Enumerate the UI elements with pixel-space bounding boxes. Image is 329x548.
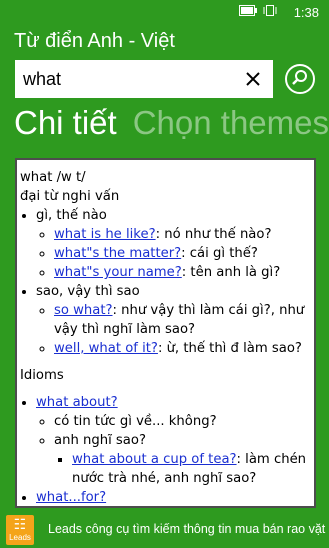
pivot-header: Chi tiết Chọn themes	[14, 104, 329, 142]
idiom-meaning: có tin tức gì về... không?	[54, 412, 310, 431]
search-button[interactable]	[285, 64, 315, 94]
example-item: what"s your name?: tên anh là gì?	[54, 263, 310, 282]
example-translation: : tên anh là gì?	[181, 265, 281, 280]
sense-meaning: gì, thế nào	[36, 208, 107, 223]
example-translation: : cái gì thế?	[181, 246, 258, 261]
idiom-meaning-item: anh nghĩ sao? what about a cup of tea?: …	[54, 431, 310, 488]
clock: 1:38	[293, 5, 319, 20]
example-link[interactable]: what"s the matter?	[54, 246, 181, 261]
sense-item: sao, vậy thì sao so what?: như vậy thì l…	[36, 282, 310, 358]
example-item: what about a cup of tea?: làm chén nước …	[72, 450, 310, 488]
ad-text: Leads công cụ tìm kiếm thông tin mua bán…	[48, 522, 326, 536]
ad-logo-text: Leads	[9, 533, 31, 542]
idiom-item: what...for?	[36, 488, 310, 506]
status-bar: 1:38	[0, 0, 329, 24]
tab-themes[interactable]: Chọn themes	[133, 104, 329, 141]
app-title: Từ điển Anh - Việt	[14, 30, 175, 52]
idiom-link[interactable]: what...for?	[36, 490, 106, 505]
search-icon	[292, 70, 307, 85]
example-link[interactable]: what"s your name?	[54, 265, 182, 280]
tab-details[interactable]: Chi tiết	[14, 104, 117, 141]
status-icons	[239, 5, 277, 16]
search-input[interactable]	[23, 68, 233, 90]
vibrate-icon	[263, 5, 277, 16]
example-link[interactable]: what is he like?	[54, 227, 156, 242]
headword: what /w t/	[20, 170, 86, 185]
sense-item: gì, thế nào what is he like?: nó như thế…	[36, 206, 310, 282]
example-item: so what?: như vậy thì làm cái gì?, như v…	[54, 301, 310, 339]
example-link[interactable]: well, what of it?	[54, 341, 158, 356]
example-item: well, what of it?: ừ, thế thì đ làm sao?	[54, 339, 310, 358]
idiom-meaning: anh nghĩ sao?	[54, 433, 146, 448]
ad-logo: ☷ Leads	[6, 515, 34, 545]
example-link[interactable]: what about a cup of tea?	[72, 452, 237, 467]
sense-meaning: sao, vậy thì sao	[36, 284, 140, 299]
close-icon[interactable]	[245, 71, 261, 87]
example-link[interactable]: so what?	[54, 303, 113, 318]
idiom-link[interactable]: what about?	[36, 395, 118, 410]
leads-logo-icon: ☷	[13, 516, 27, 532]
example-translation: : nó như thế nào?	[155, 227, 272, 242]
example-item: what is he like?: nó như thế nào?	[54, 225, 310, 244]
example-translation: : ừ, thế thì đ làm sao?	[157, 341, 302, 356]
part-of-speech: đại từ nghi vấn	[20, 189, 120, 204]
example-item: what"s the matter?: cái gì thế?	[54, 244, 310, 263]
idioms-heading: Idioms	[20, 368, 64, 383]
search-box[interactable]	[15, 60, 273, 98]
idiom-item: what about? có tin tức gì về... không? a…	[36, 393, 310, 488]
definition-panel[interactable]: what /w t/ đại từ nghi vấn gì, thế nào w…	[15, 158, 316, 508]
battery-icon	[239, 5, 257, 16]
ad-banner[interactable]: ☷ Leads Leads công cụ tìm kiếm thông tin…	[0, 512, 329, 548]
